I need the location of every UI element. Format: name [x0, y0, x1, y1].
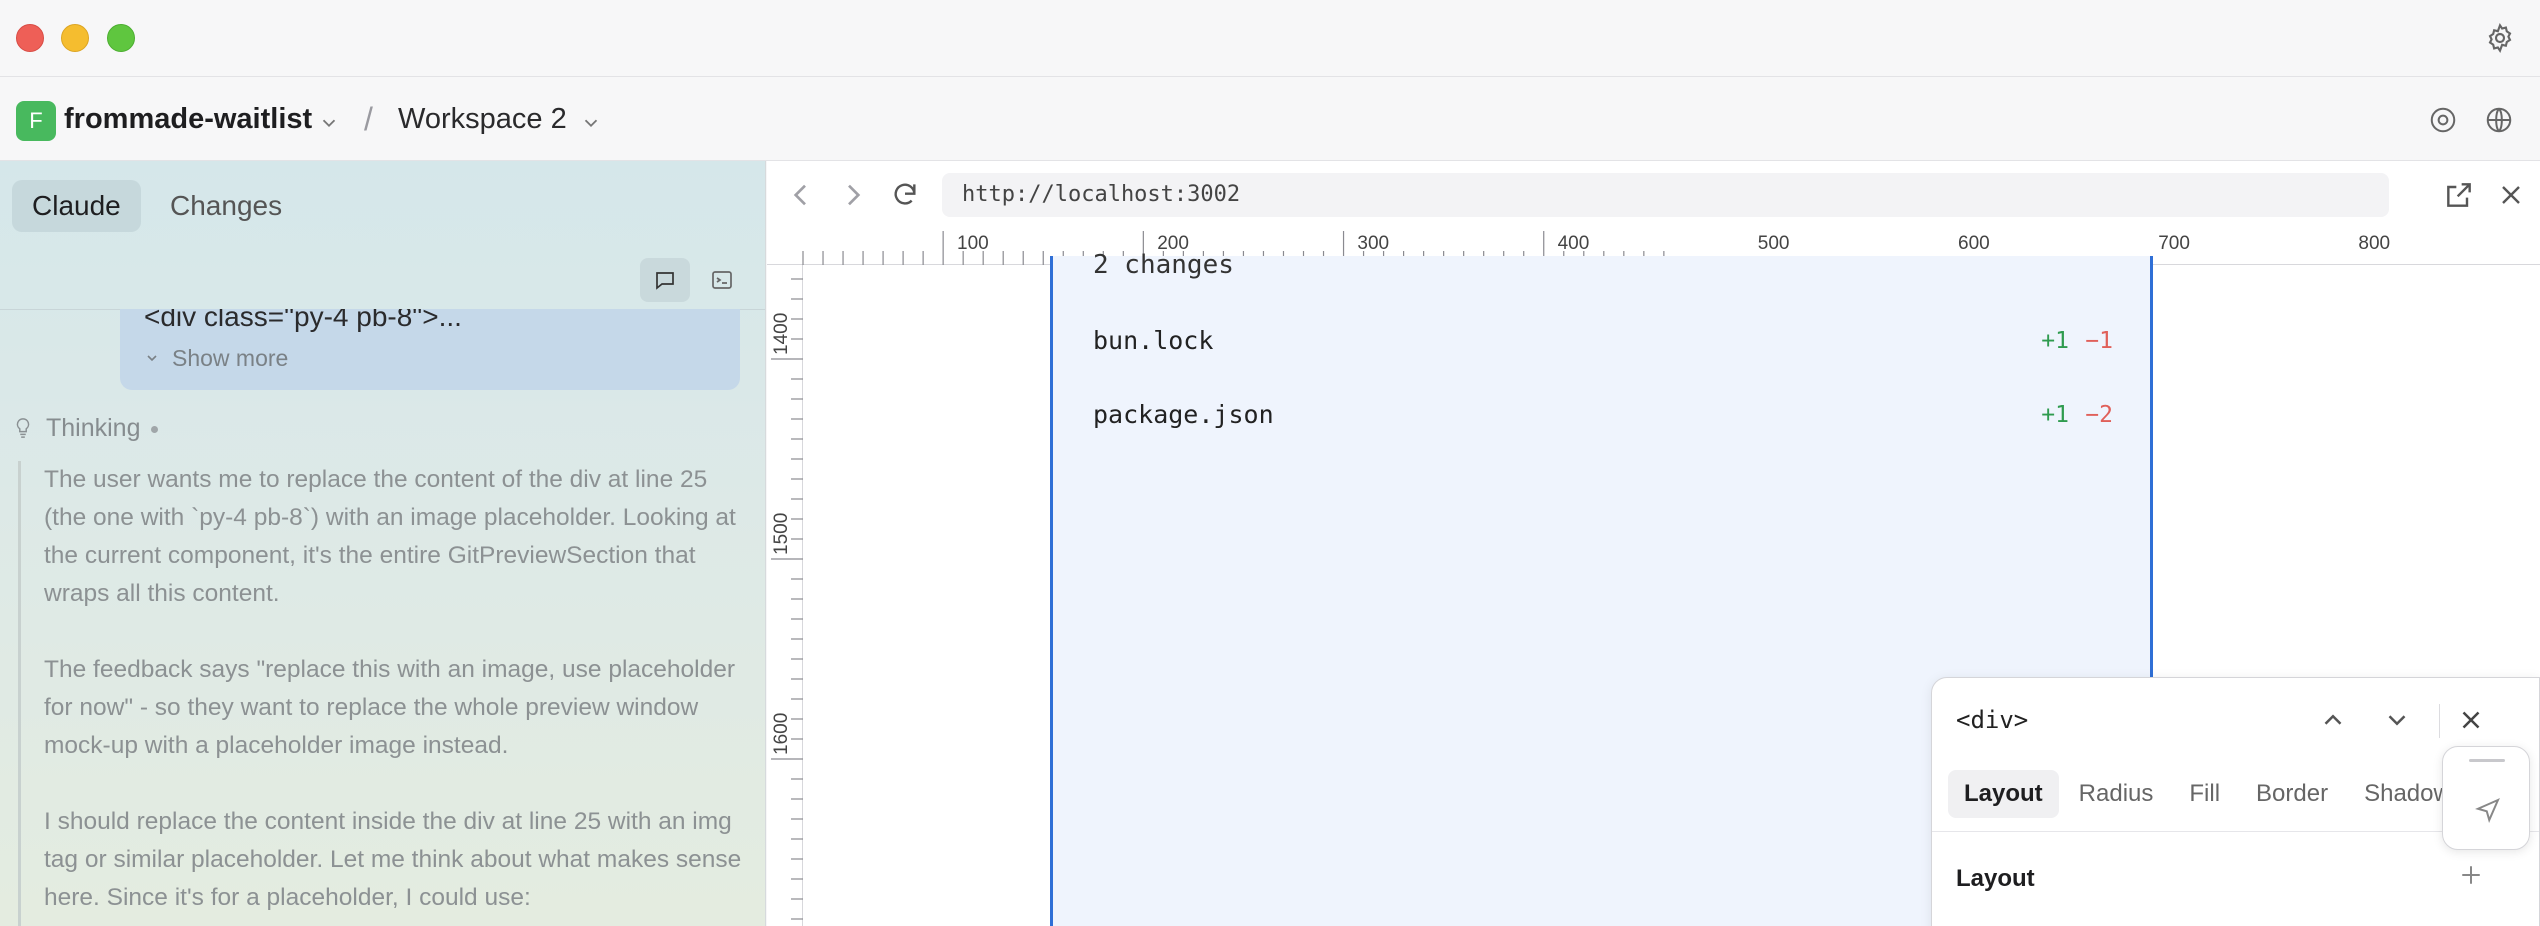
ruler-label: 600 [1958, 233, 1990, 254]
changes-heading: 2 changes [1093, 250, 1234, 280]
close-window-button[interactable] [16, 24, 44, 52]
thinking-paragraph: The feedback says "replace this with an … [44, 656, 736, 759]
chevron-down-icon[interactable] [318, 112, 340, 134]
forward-icon[interactable] [837, 179, 869, 211]
project-name[interactable]: frommade-waitlist [64, 103, 312, 136]
thinking-paragraph: I should replace the content inside the … [44, 808, 742, 911]
ruler-label: 100 [957, 233, 989, 254]
tab-changes[interactable]: Changes [150, 180, 302, 232]
lines-removed: −2 [2085, 402, 2113, 428]
vertical-ruler: 1400 1500 1600 [767, 265, 803, 926]
chevron-down-icon[interactable] [580, 112, 602, 134]
thinking-paragraph: The user wants me to replace the content… [44, 466, 736, 607]
back-icon[interactable] [785, 179, 817, 211]
terminal-mode-button[interactable] [697, 258, 747, 302]
lines-added: +1 [2041, 402, 2069, 428]
divider [2439, 704, 2440, 738]
terminal-icon [712, 271, 732, 289]
title-bar [0, 0, 2540, 77]
ruler-label: 400 [1558, 233, 1590, 254]
tab-claude[interactable]: Claude [12, 180, 141, 232]
plus-icon[interactable] [2456, 860, 2486, 890]
project-bar: F frommade-waitlist / Workspace 2 [0, 77, 2540, 161]
project-avatar: F [16, 101, 56, 141]
ruler-label: 700 [2158, 233, 2190, 254]
ruler-label: 500 [1758, 233, 1790, 254]
lightbulb-icon [16, 418, 30, 438]
show-more-button[interactable]: Show more [144, 345, 288, 372]
file-row[interactable]: bun.lock +1 −1 [1093, 326, 2113, 366]
tab-radius[interactable]: Radius [2063, 770, 2170, 818]
globe-icon[interactable] [2484, 105, 2514, 135]
lines-removed: −1 [2085, 328, 2113, 354]
inspector-element-tag: <div> [1956, 706, 2029, 734]
vertical-ruler-ticks: 1400 1500 1600 [771, 278, 803, 920]
thinking-content: The user wants me to replace the content… [44, 461, 744, 926]
thinking-label: Thinking [46, 414, 141, 442]
show-more-label: Show more [172, 345, 289, 371]
reload-icon[interactable] [889, 179, 921, 211]
close-icon[interactable] [2456, 705, 2486, 735]
record-icon[interactable] [2428, 105, 2458, 135]
chevron-down-icon [147, 355, 157, 362]
lines-added: +1 [2041, 328, 2069, 354]
file-name: bun.lock [1093, 326, 1214, 355]
chevron-down-icon[interactable] [2382, 705, 2412, 735]
chat-mode-button[interactable] [640, 258, 690, 302]
chevron-up-icon[interactable] [2318, 705, 2348, 735]
tab-fill[interactable]: Fill [2173, 770, 2236, 818]
ruler-label: 1400 [771, 313, 792, 355]
url-bar[interactable]: http://localhost:3002 [942, 173, 2389, 217]
open-external-icon[interactable] [2443, 179, 2475, 211]
chat-icon [656, 272, 674, 290]
close-icon[interactable] [2495, 179, 2527, 211]
gear-icon[interactable] [2484, 22, 2516, 54]
ruler-label: 1600 [771, 713, 792, 755]
thinking-rule [18, 461, 21, 926]
file-name: package.json [1093, 400, 1274, 429]
user-message-bubble: <div class="py-4 pb-8">... Show more [120, 309, 740, 390]
thinking-indicator [150, 425, 158, 433]
workspace-name[interactable]: Workspace 2 [398, 103, 567, 136]
tab-layout[interactable]: Layout [1948, 770, 2059, 818]
chat-panel: Claude Changes <div class="py-4 pb-8">..… [0, 161, 766, 926]
thinking-header[interactable]: Thinking [14, 414, 158, 443]
minimize-window-button[interactable] [61, 24, 89, 52]
breadcrumb-separator: / [364, 101, 373, 137]
zoom-window-button[interactable] [107, 24, 135, 52]
message-preview: <div class="py-4 pb-8">... [144, 309, 462, 332]
select-tool-button[interactable] [2442, 746, 2530, 850]
cursor-icon [2475, 798, 2500, 823]
ruler-label: 800 [2358, 233, 2390, 254]
ruler-label: 300 [1357, 233, 1389, 254]
tab-border[interactable]: Border [2240, 770, 2344, 818]
inspector-tabs: Layout Radius Fill Border Shadow [1948, 770, 2471, 818]
section-title: Layout [1956, 865, 2035, 892]
file-row[interactable]: package.json +1 −2 [1093, 400, 2113, 440]
drag-handle[interactable] [2469, 759, 2505, 762]
ruler-label: 1500 [771, 513, 792, 555]
